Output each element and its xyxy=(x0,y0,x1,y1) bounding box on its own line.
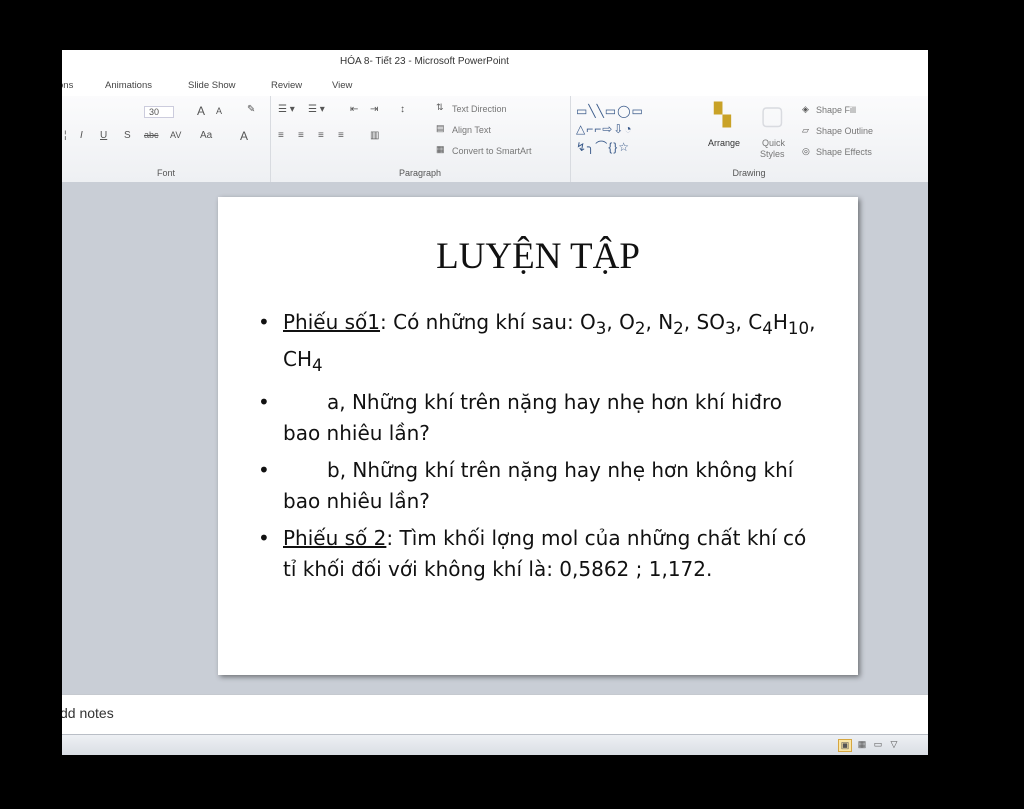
subscript: 2 xyxy=(673,319,684,338)
bullet-3: b, Những khí trên nặng hay nhẹ hơn không… xyxy=(258,455,818,517)
subscript: 4 xyxy=(312,356,323,375)
slide-sorter-icon[interactable]: ▦ xyxy=(856,739,868,750)
shape-outline-button[interactable]: Shape Outline xyxy=(816,126,873,136)
font-color-button[interactable]: A xyxy=(240,129,248,143)
phieu-2-label: Phiếu số 2 xyxy=(283,526,387,550)
convert-smartart-button[interactable]: Convert to SmartArt xyxy=(452,146,532,156)
reading-view-icon[interactable]: ▭ xyxy=(872,739,884,750)
powerpoint-window: HÓA 8- Tiết 23 - Microsoft PowerPoint on… xyxy=(62,50,928,755)
tab-animations[interactable]: Animations xyxy=(105,80,152,91)
tab-transitions[interactable]: ons xyxy=(62,80,73,91)
shape-outline-icon[interactable]: ▱ xyxy=(802,125,809,136)
align-text-icon[interactable]: ▤ xyxy=(436,123,445,134)
quick-styles-icon[interactable]: ▢ xyxy=(760,100,785,131)
bullet-1-text: , C xyxy=(735,310,763,334)
bullets-icon[interactable]: ☰ ▾ xyxy=(278,104,295,115)
tab-view[interactable]: View xyxy=(332,80,352,91)
clear-format-icon[interactable]: ✎ xyxy=(247,104,255,115)
subscript: 3 xyxy=(595,319,607,338)
normal-view-icon[interactable]: ▣ xyxy=(838,739,852,752)
strikethrough-button[interactable]: abc xyxy=(144,130,159,140)
phieu-1-label: Phiếu số1 xyxy=(283,310,381,334)
slide[interactable]: LUYỆN TẬP Phiếu số1: Có những khí sau: O… xyxy=(218,197,858,675)
bullet-2: a, Những khí trên nặng hay nhẹ hơn khí h… xyxy=(258,387,818,449)
char-spacing-button[interactable]: AV xyxy=(170,130,181,140)
italic-button[interactable]: I xyxy=(80,130,83,141)
shadow-icon[interactable]: S xyxy=(124,130,131,141)
status-bar: ▣ ▦ ▭ ▽ xyxy=(62,734,928,755)
font-group-label: Font xyxy=(156,168,175,178)
font-group: 30 A A ✎ ¦ I U S abc AV Aa A Font xyxy=(62,96,271,182)
shape-effects-button[interactable]: Shape Effects xyxy=(816,147,872,157)
numbering-icon[interactable]: ☰ ▾ xyxy=(308,104,325,115)
underline-button[interactable]: U xyxy=(100,130,107,141)
increase-indent-icon[interactable]: ⇥ xyxy=(370,104,378,115)
window-title: HÓA 8- Tiết 23 - Microsoft PowerPoint xyxy=(340,56,509,67)
grow-font-button[interactable]: A xyxy=(197,104,205,118)
shape-fill-icon[interactable]: ◈ xyxy=(802,104,809,115)
shape-fill-button[interactable]: Shape Fill xyxy=(816,105,856,115)
bold-icon[interactable]: ¦ xyxy=(64,130,67,141)
slide-editing-area: LUYỆN TẬP Phiếu số1: Có những khí sau: O… xyxy=(62,182,928,694)
arrange-icon[interactable]: ▚ xyxy=(714,102,731,128)
bullet-1-text: , N xyxy=(645,310,674,334)
text-direction-icon[interactable]: ⇅ xyxy=(436,102,444,113)
title-bar: HÓA 8- Tiết 23 - Microsoft PowerPoint xyxy=(62,50,928,74)
subscript: 10 xyxy=(787,319,810,338)
align-text-button[interactable]: Align Text xyxy=(452,125,491,135)
change-case-button[interactable]: Aa xyxy=(200,130,212,141)
subscript: 4 xyxy=(762,319,773,338)
notes-placeholder: dd notes xyxy=(62,705,114,721)
tab-review[interactable]: Review xyxy=(271,80,302,91)
bullet-1-text: , SO xyxy=(683,310,725,334)
align-left-icon[interactable]: ≡ xyxy=(278,130,284,141)
font-size-box[interactable]: 30 xyxy=(144,106,175,118)
arrange-button[interactable]: Arrange xyxy=(708,138,740,148)
columns-icon[interactable]: ▥ xyxy=(370,130,379,141)
quick-styles-label-1[interactable]: Quick xyxy=(762,138,785,148)
text-direction-button[interactable]: Text Direction xyxy=(452,104,507,114)
bullet-2-text: a, Những khí trên nặng hay nhẹ hơn khí h… xyxy=(283,390,783,445)
quick-styles-label-2[interactable]: Styles xyxy=(760,149,785,159)
bullet-1-text: , O xyxy=(606,310,635,334)
bullet-3-text: b, Những khí trên nặng hay nhẹ hơn không… xyxy=(283,458,794,513)
shapes-gallery[interactable]: ▭╲╲▭◯▭ △⌐⌐⇨⇩◔ ↯╮⌒{}☆ xyxy=(576,102,700,158)
paragraph-group-label: Paragraph xyxy=(398,168,442,178)
tab-slide-show[interactable]: Slide Show xyxy=(188,80,236,91)
shrink-font-button[interactable]: A xyxy=(216,106,222,116)
slide-title[interactable]: LUYỆN TẬP xyxy=(218,235,858,278)
notes-pane[interactable]: dd notes xyxy=(62,694,928,735)
slideshow-view-icon[interactable]: ▽ xyxy=(888,739,900,750)
smartart-icon[interactable]: ▦ xyxy=(436,144,445,155)
align-right-icon[interactable]: ≡ xyxy=(318,130,324,141)
shape-effects-icon[interactable]: ◎ xyxy=(802,146,810,157)
ribbon: 30 A A ✎ ¦ I U S abc AV Aa A Font ☰ ▾ ☰ … xyxy=(62,96,928,183)
decrease-indent-icon[interactable]: ⇤ xyxy=(350,104,358,115)
bullet-1-text: H xyxy=(772,310,788,334)
drawing-group: ▭╲╲▭◯▭ △⌐⌐⇨⇩◔ ↯╮⌒{}☆ ▚ Arrange ▢ Quick Sty… xyxy=(570,96,928,182)
subscript: 2 xyxy=(634,319,646,338)
align-center-icon[interactable]: ≡ xyxy=(298,130,304,141)
subscript: 3 xyxy=(724,319,736,338)
bullet-4: Phiếu số 2: Tìm khối lợng mol của những … xyxy=(258,523,818,585)
slide-content[interactable]: Phiếu số1: Có những khí sau: O3, O2, N2,… xyxy=(258,307,818,591)
bullet-1-text: : Có những khí sau: O xyxy=(380,310,596,334)
bullet-1: Phiếu số1: Có những khí sau: O3, O2, N2,… xyxy=(258,307,818,381)
paragraph-group: ☰ ▾ ☰ ▾ ⇤ ⇥ ↕ ≡ ≡ ≡ ≡ ▥ ⇅ Text Direction… xyxy=(270,96,571,182)
justify-icon[interactable]: ≡ xyxy=(338,130,344,141)
ribbon-tabs: ons Animations Slide Show Review View xyxy=(62,74,928,96)
drawing-group-label: Drawing xyxy=(732,168,766,178)
line-spacing-icon[interactable]: ↕ xyxy=(400,104,405,115)
